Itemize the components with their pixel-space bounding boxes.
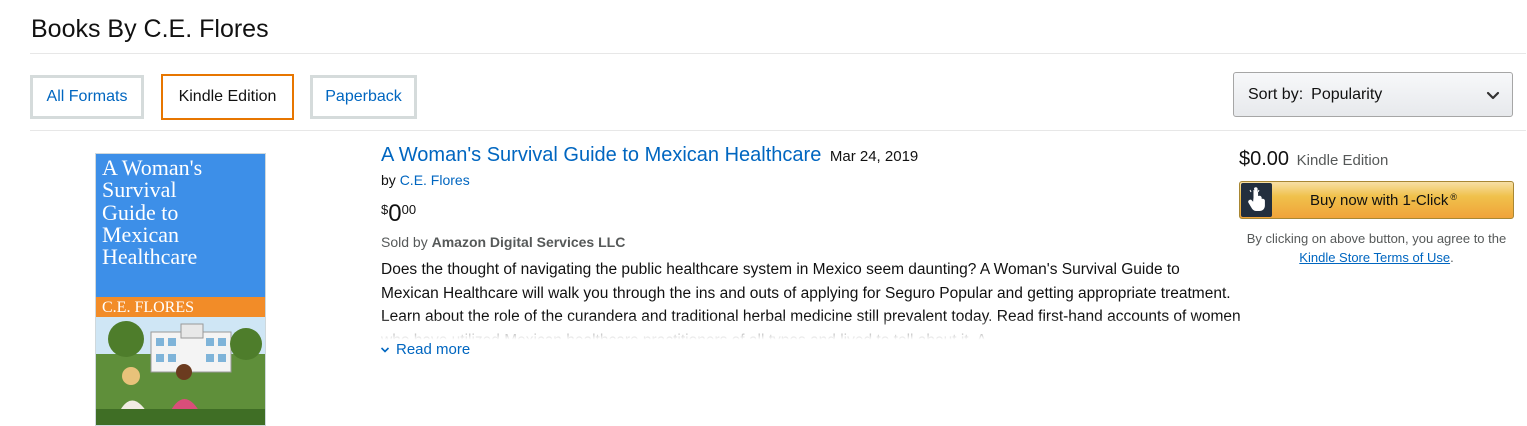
kindle-terms-link[interactable]: Kindle Store Terms of Use [1299,250,1450,265]
cover-author-text: C.E. FLORES [102,299,194,316]
terms-notice: By clicking on above button, you agree t… [1239,229,1514,267]
filter-all-formats[interactable]: All Formats [30,75,144,119]
terms-prefix: By clicking on above button, you agree t… [1246,231,1507,246]
sort-value: Popularity [1311,85,1383,103]
page-title: Books By C.E. Flores [31,15,269,43]
purchase-price-row: $0.00 Kindle Edition [1239,148,1388,171]
hand-pointer-icon [1241,183,1272,217]
price-whole: 0 [388,200,402,227]
divider [30,53,1526,54]
chevron-down-icon [1486,91,1500,100]
description-fade [381,318,1241,342]
read-more-link[interactable]: Read more [380,341,470,358]
book-cover-image[interactable]: A Woman's Survival Guide to Mexican Heal… [95,153,266,426]
purchase-format: Kindle Edition [1296,152,1389,169]
filter-kindle-edition[interactable]: Kindle Edition [161,74,294,120]
seller-name: Amazon Digital Services LLC [431,234,626,250]
filter-paperback[interactable]: Paperback [310,75,417,119]
chevron-down-icon [380,346,390,353]
sold-by-label: Sold by [381,234,428,250]
terms-suffix: . [1450,250,1454,265]
byline: by C.E. Flores [381,172,470,188]
publish-date: Mar 24, 2019 [829,148,919,165]
price-symbol: $ [381,202,389,217]
by-label: by [381,172,396,188]
buy-now-label: Buy now with 1-Click ® [1310,191,1458,209]
book-title-row: A Woman's Survival Guide to Mexican Heal… [381,144,918,167]
price-fraction: 00 [401,202,417,217]
divider [30,130,1526,131]
book-title-link[interactable]: A Woman's Survival Guide to Mexican Heal… [381,144,821,166]
author-link[interactable]: C.E. Flores [400,172,470,188]
read-more-label: Read more [396,341,471,358]
book-price: $000 [381,200,416,228]
cover-art: A Woman's Survival Guide to Mexican Heal… [96,154,265,425]
buy-now-button[interactable]: Buy now with 1-Click ® [1239,181,1514,219]
purchase-price: $0.00 [1239,148,1290,170]
sort-dropdown[interactable]: Sort by: Popularity [1233,72,1513,117]
sort-label: Sort by: [1248,85,1304,103]
sold-by: Sold by Amazon Digital Services LLC [381,234,625,250]
